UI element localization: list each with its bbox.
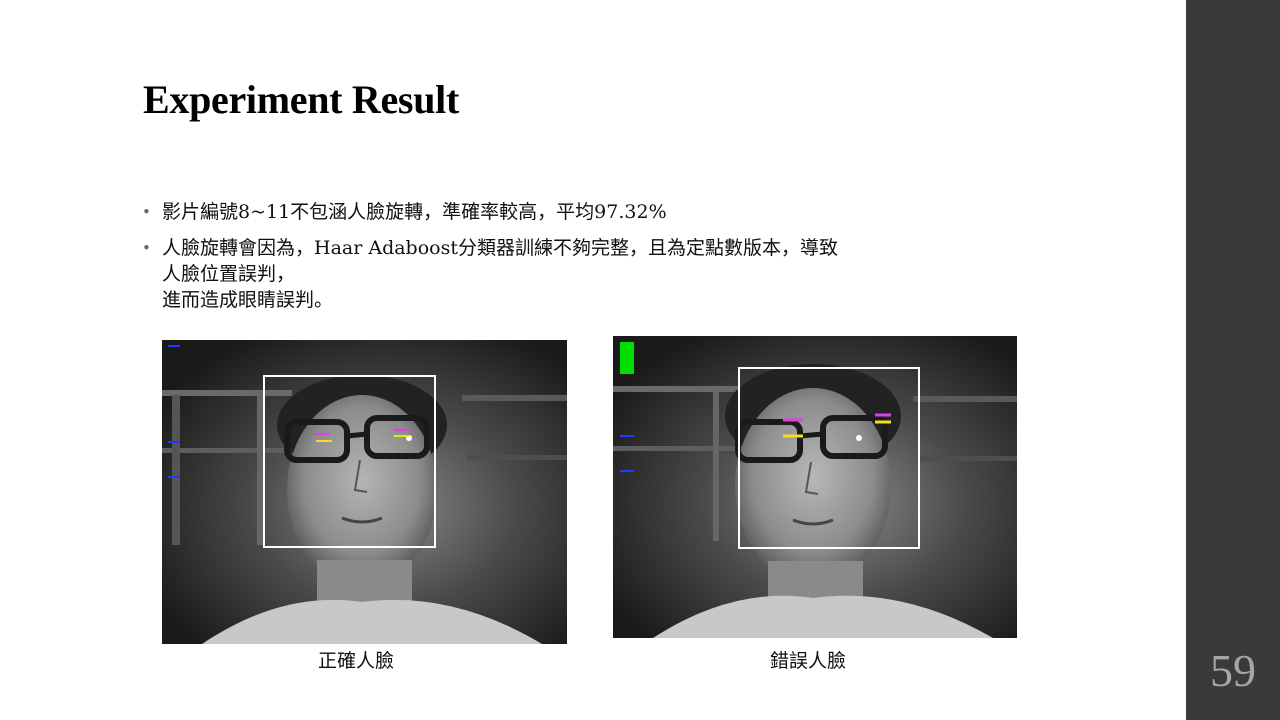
bullet-text: 進而造成眼睛誤判。 bbox=[162, 289, 334, 311]
bullet-text: 影片編號8~11不包涵人臉旋轉，準確率較高，平均97.32% bbox=[162, 201, 667, 223]
wrong-face-photo bbox=[613, 336, 1017, 638]
bullet-item: • 人臉旋轉會因為，Haar Adaboost分類器訓練不夠完整，且為定點數版本… bbox=[140, 234, 1020, 314]
bullet-text: 人臉位置誤判， bbox=[162, 263, 296, 285]
bullet-dot-icon: • bbox=[142, 203, 151, 221]
bullet-list: • 影片編號8~11不包涵人臉旋轉，準確率較高，平均97.32% • 人臉旋轉會… bbox=[140, 198, 1020, 322]
bullet-dot-icon: • bbox=[142, 239, 151, 257]
slide-title: Experiment Result bbox=[143, 77, 459, 122]
wrong-face-caption: 錯誤人臉 bbox=[770, 650, 847, 672]
page-number: 59 bbox=[1210, 645, 1256, 696]
side-panel bbox=[1186, 0, 1280, 720]
correct-face-caption: 正確人臉 bbox=[318, 650, 395, 672]
bullet-item: • 影片編號8~11不包涵人臉旋轉，準確率較高，平均97.32% bbox=[140, 198, 1020, 226]
bullet-text: 人臉旋轉會因為，Haar Adaboost分類器訓練不夠完整，且為定點數版本，導… bbox=[162, 237, 838, 259]
correct-face-photo bbox=[162, 340, 567, 644]
